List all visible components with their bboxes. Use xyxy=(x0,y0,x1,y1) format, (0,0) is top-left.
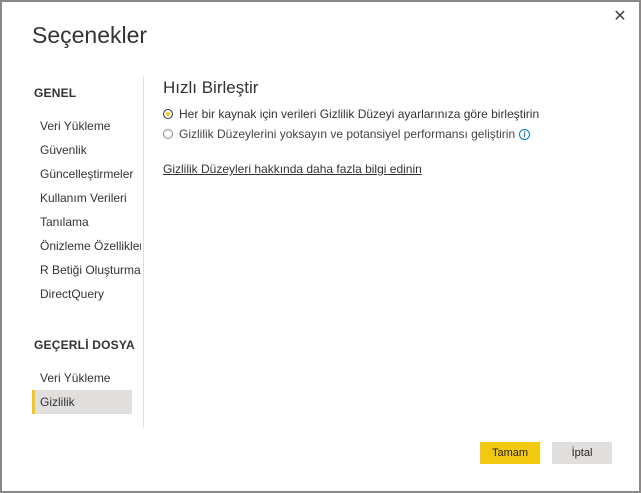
options-dialog: ✕ Seçenekler GENEL Veri Yükleme Güvenlik… xyxy=(0,0,641,493)
option-combine-by-privacy[interactable]: Her bir kaynak için verileri Gizlilik Dü… xyxy=(163,104,623,124)
sidebar-item-r-scripting[interactable]: R Betiği Oluşturma xyxy=(32,258,141,282)
sidebar-item-preview-features[interactable]: Önizleme Özellikleri xyxy=(32,234,141,258)
options-sidebar: GENEL Veri Yükleme Güvenlik Güncelleştir… xyxy=(32,76,144,428)
learn-more-link[interactable]: Gizlilik Düzeyleri hakkında daha fazla b… xyxy=(163,162,422,176)
close-icon[interactable]: ✕ xyxy=(611,8,629,26)
content-title: Hızlı Birleştir xyxy=(163,78,259,97)
sidebar-item-diagnostics[interactable]: Tanılama xyxy=(32,210,141,234)
info-icon[interactable]: i xyxy=(519,128,531,140)
section-heading-general: GENEL xyxy=(34,86,77,100)
radio-checked-icon[interactable] xyxy=(163,109,173,119)
sidebar-item-usage-data[interactable]: Kullanım Verileri xyxy=(32,186,141,210)
sidebar-item-security[interactable]: Güvenlik xyxy=(32,138,141,162)
sidebar-item-directquery[interactable]: DirectQuery xyxy=(32,282,141,306)
sidebar-item-data-load[interactable]: Veri Yükleme xyxy=(32,114,141,138)
sidebar-item-current-data-load[interactable]: Veri Yükleme xyxy=(32,366,141,390)
option-ignore-privacy[interactable]: Gizlilik Düzeylerini yoksayın ve potansi… xyxy=(163,124,623,144)
option-label: Her bir kaynak için verileri Gizlilik Dü… xyxy=(179,107,540,121)
radio-unchecked-icon[interactable] xyxy=(163,129,173,139)
cancel-button[interactable]: İptal xyxy=(552,442,612,464)
privacy-content: Hızlı Birleştir Her bir kaynak için veri… xyxy=(163,78,623,178)
ok-button[interactable]: Tamam xyxy=(480,442,540,464)
option-label: Gizlilik Düzeylerini yoksayın ve potansi… xyxy=(179,127,516,141)
section-heading-current-file: GEÇERLİ DOSYA xyxy=(34,338,135,352)
sidebar-item-updates[interactable]: Güncelleştirmeler xyxy=(32,162,141,186)
dialog-title: Seçenekler xyxy=(32,22,148,48)
sidebar-item-privacy[interactable]: Gizlilik xyxy=(32,390,132,414)
